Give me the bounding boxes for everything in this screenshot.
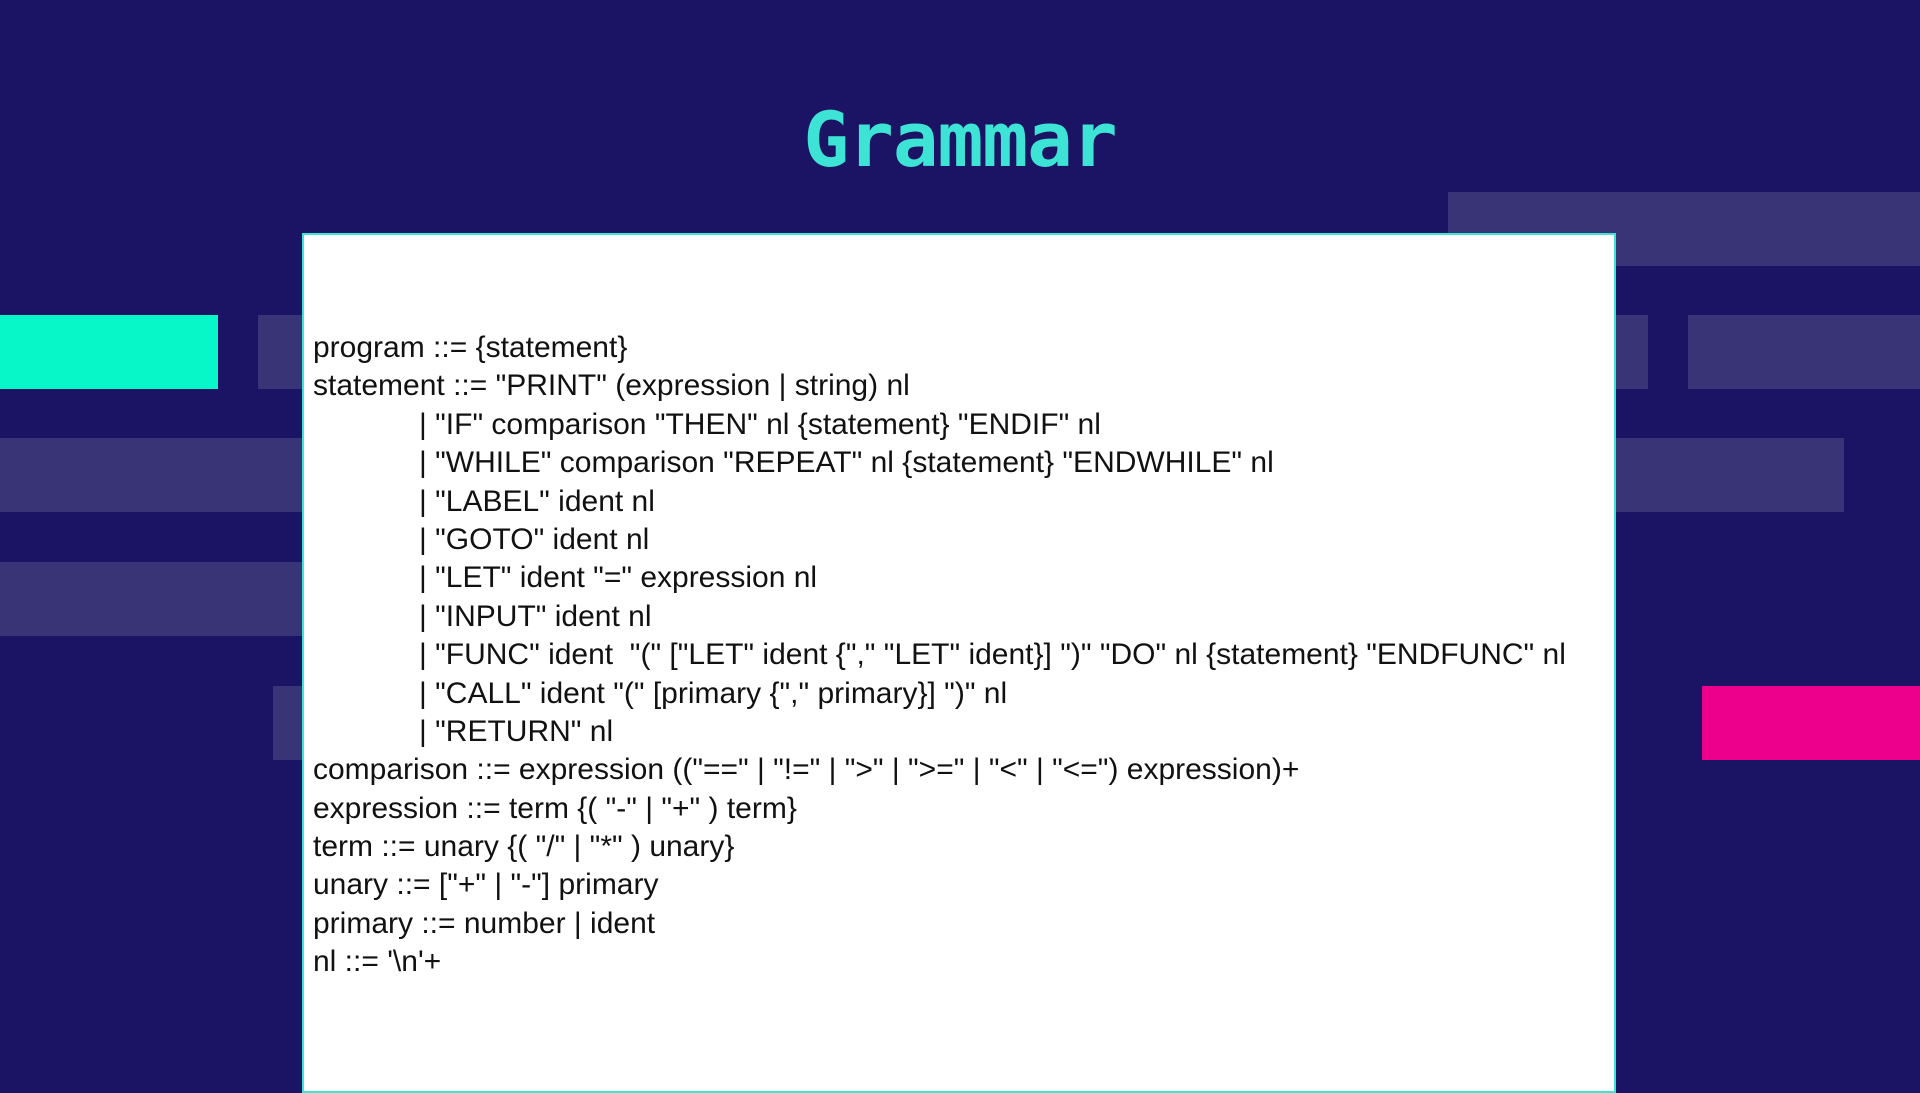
grammar-line: unary ::= ["+" | "-"] primary [313,868,659,902]
decor-bar [1600,438,1844,512]
grammar-line: comparison ::= expression (("==" | "!=" … [313,753,1300,787]
decor-bar-teal [0,315,218,389]
decor-bar [0,562,318,636]
grammar-line: | "GOTO" ident nl [419,522,650,556]
slide-title: Grammar [803,95,1117,184]
grammar-line: nl ::= '\n'+ [313,945,442,979]
grammar-line: | "LABEL" ident nl [419,484,655,518]
grammar-line: term ::= unary {( "/" | "*" ) unary} [313,830,735,864]
grammar-line: | "RETURN" nl [419,714,614,748]
grammar-line: expression ::= term {( "-" | "+" ) term} [313,791,797,825]
grammar-line: | "FUNC" ident "(" ["LET" ident {"," "LE… [419,638,1566,672]
decor-bar-pink [1702,686,1920,760]
grammar-panel: program ::= {statement} statement ::= "P… [302,233,1616,1093]
grammar-line: | "IF" comparison "THEN" nl {statement} … [419,407,1101,441]
grammar-line: program ::= {statement} [313,331,628,364]
decor-bar [1688,315,1920,389]
grammar-line: | "CALL" ident "(" [primary {"," primary… [419,676,1008,710]
decor-bar [0,438,318,512]
grammar-list: program ::= {statement} statement ::= "P… [313,329,1566,982]
grammar-line: | "WHILE" comparison "REPEAT" nl {statem… [419,446,1274,480]
grammar-line: statement ::= "PRINT" (expression | stri… [313,369,910,403]
grammar-line: | "INPUT" ident nl [419,599,652,633]
grammar-line: primary ::= number | ident [313,906,656,940]
grammar-line: | "LET" ident "=" expression nl [419,561,818,595]
